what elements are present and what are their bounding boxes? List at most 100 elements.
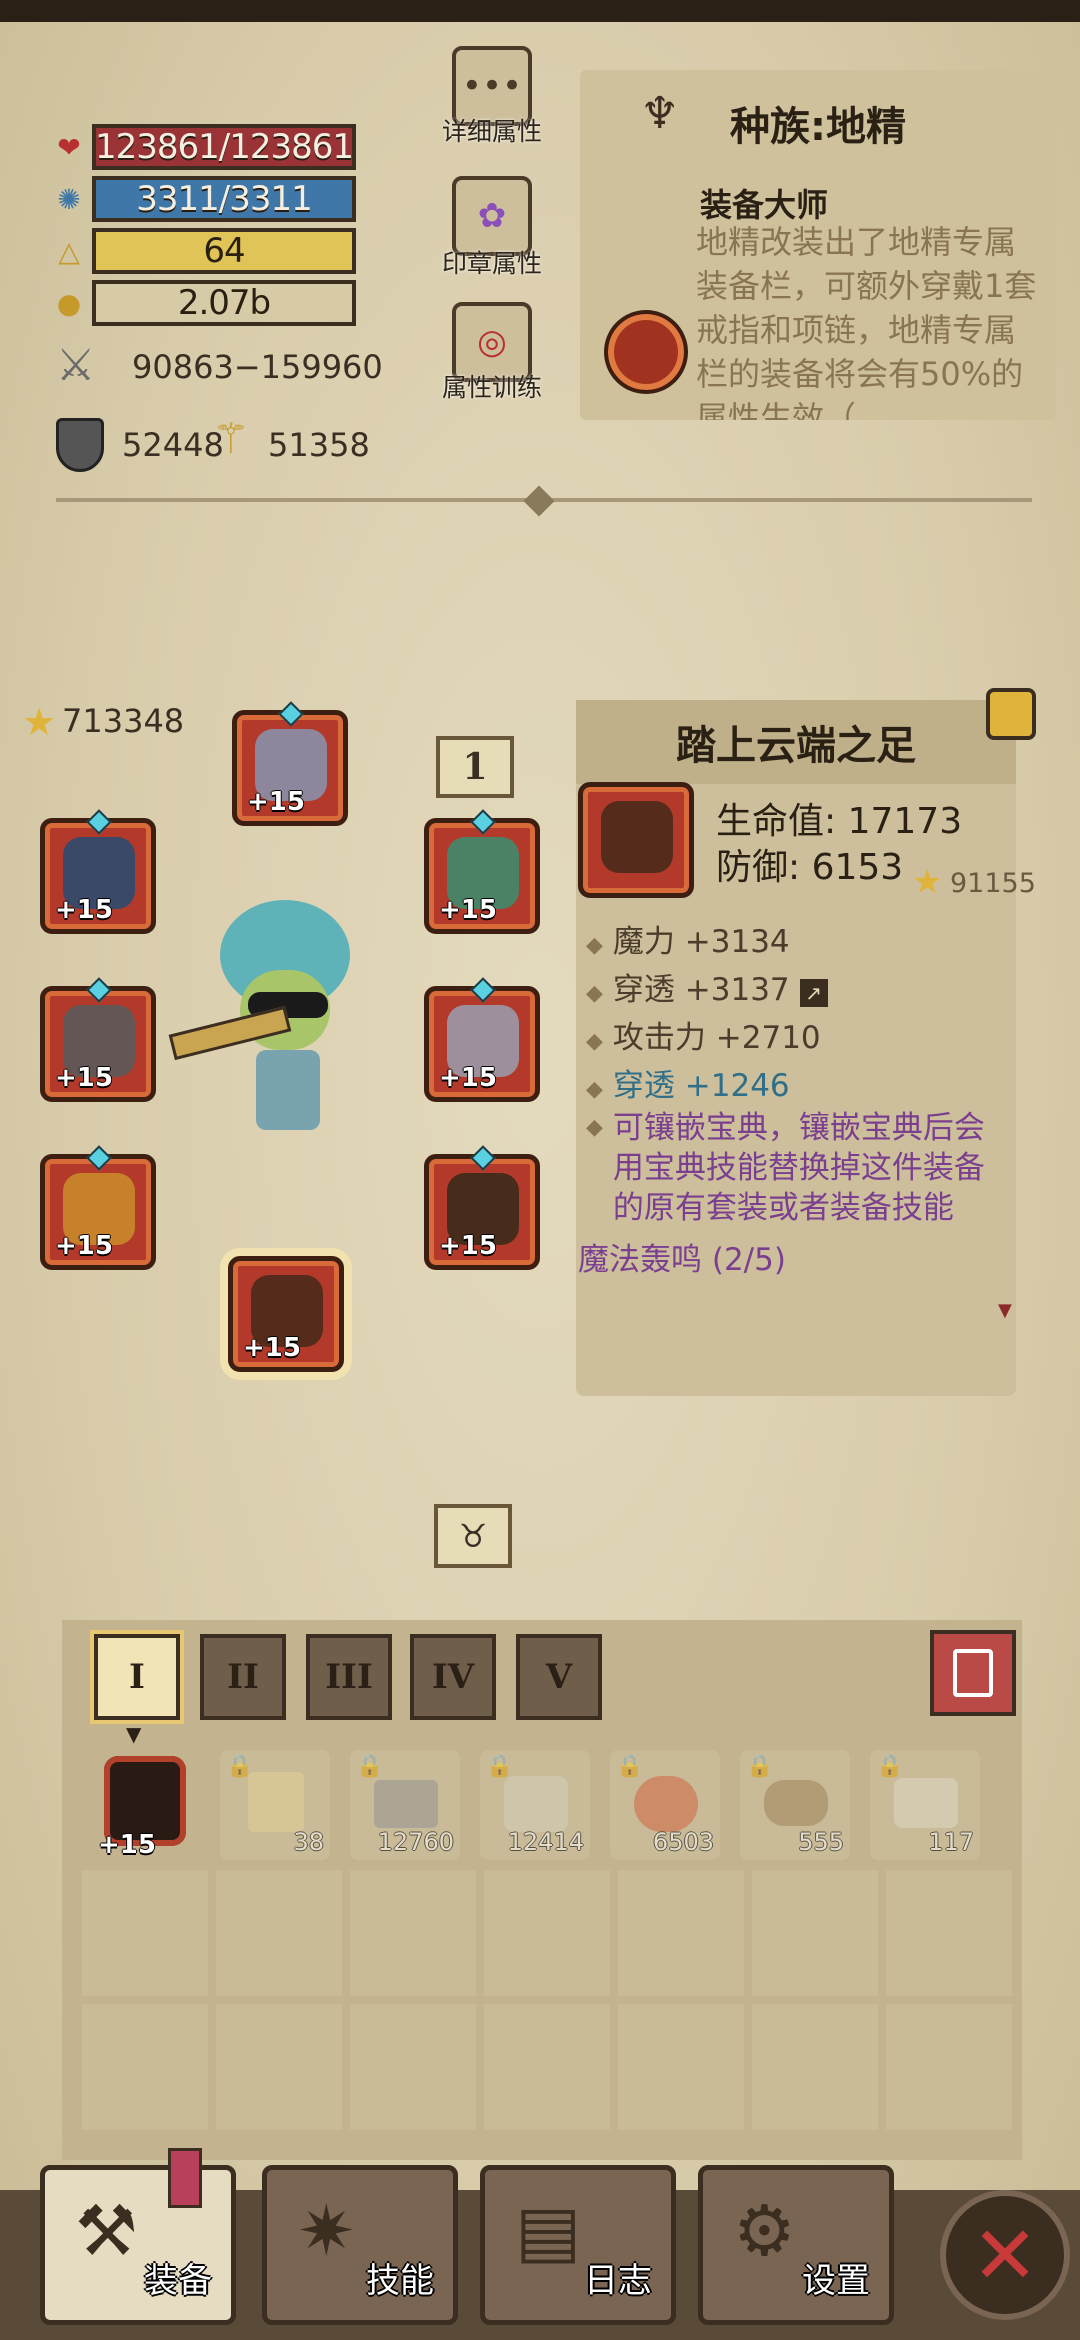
inv-cell: [484, 1870, 610, 1996]
swords-icon: ⚔: [56, 340, 96, 391]
item-score: 91155: [950, 868, 1036, 899]
tier-badge[interactable]: 1: [436, 736, 514, 798]
gold-icon: ●: [56, 286, 82, 320]
lock-icon[interactable]: [986, 688, 1036, 740]
scroll-down-icon[interactable]: ▼: [998, 1300, 1012, 1321]
heart-icon: ❤: [57, 130, 81, 164]
inv-item-wood[interactable]: 🔒 555: [740, 1750, 850, 1860]
inv-cell: [216, 1870, 342, 1996]
score-star-icon: ★: [912, 862, 943, 902]
gold-bar: 2.07b: [92, 280, 356, 326]
slot-necklace[interactable]: +15: [424, 809, 540, 934]
cloth-icon: [894, 1778, 958, 1828]
horned-helmet-button[interactable]: ♉: [434, 1504, 512, 1568]
map-icon: [248, 1772, 304, 1832]
nav-log-label: 日志: [584, 2261, 652, 2301]
slot-ring[interactable]: +15: [40, 1145, 156, 1270]
slot-helmet[interactable]: +15: [232, 701, 348, 826]
attr-magic: ◆ 魔力 +3134: [586, 924, 790, 960]
tab-1[interactable]: I: [94, 1634, 180, 1720]
tab-indicator-icon: ▼: [126, 1722, 142, 1746]
tab-4[interactable]: IV: [410, 1634, 496, 1720]
mana-icon: ✺: [57, 182, 81, 216]
inv-count: 12414: [507, 1828, 584, 1856]
inv-item-armor[interactable]: +15: [90, 1750, 200, 1860]
inv-cell: [618, 2004, 744, 2130]
mp-bar: 3311/3311: [92, 176, 356, 222]
upgrade-arrow-icon: ↗: [799, 979, 828, 1007]
slot-plus: +15: [55, 895, 113, 925]
wood-icon: [764, 1780, 828, 1826]
tab-5[interactable]: V: [516, 1634, 602, 1720]
inv-count: 38: [293, 1828, 324, 1856]
nav-log[interactable]: ▤ 日志: [480, 2165, 676, 2325]
book-icon: ▤: [515, 2190, 582, 2272]
slot-boots[interactable]: +15: [228, 1256, 344, 1372]
inv-count: 12760: [377, 1828, 454, 1856]
slot-plus: +15: [243, 1333, 301, 1363]
gear-icon: ⚙: [733, 2190, 796, 2272]
trash-icon: [953, 1649, 993, 1697]
magic-staff-icon: ⚚: [212, 414, 250, 463]
flower-icon: ✿: [477, 196, 507, 236]
inv-cell: [752, 1870, 878, 1996]
equipment-master-icon: [604, 310, 688, 394]
tier-label: 1: [462, 746, 488, 788]
inv-cell: [886, 2004, 1012, 2130]
inv-plus: +15: [98, 1830, 156, 1860]
slot-plus: +15: [439, 1231, 497, 1261]
hp-bar: 123861/123861: [92, 124, 356, 170]
level-bar: 64: [92, 228, 356, 274]
item-desc: ◆ 可镶嵌宝典，镶嵌宝典后会用宝典技能替换掉这件装备的原有套装或者装备技能: [586, 1110, 985, 1226]
attack-value: 90863−159960: [132, 348, 383, 386]
slot-plus: +15: [247, 787, 305, 817]
inv-item-meat[interactable]: 🔒 6503: [610, 1750, 720, 1860]
trash-button[interactable]: [930, 1630, 1016, 1716]
nav-skill[interactable]: ✷ 技能: [262, 2165, 458, 2325]
slot-gloves[interactable]: +15: [40, 809, 156, 934]
item-hp: 生命值: 17173: [716, 801, 963, 842]
level-row: △ 64: [52, 228, 356, 274]
inv-cell: [216, 2004, 342, 2130]
nav-settings[interactable]: ⚙ 设置: [698, 2165, 894, 2325]
star-icon: ★: [22, 700, 57, 744]
mp-row: ✺ 3311/3311: [52, 176, 356, 222]
bookmark-icon: [168, 2148, 202, 2208]
race-skill-desc: 地精改装出了地精专属装备栏，可额外穿戴1套戒指和项链，地精专属栏的装备将会有50…: [696, 223, 1037, 420]
close-button[interactable]: ✕: [940, 2190, 1070, 2320]
inv-cell: [752, 2004, 878, 2130]
attr-attack: ◆ 攻击力 +2710: [586, 1020, 821, 1056]
axe-icon: ⚒: [75, 2190, 138, 2272]
magic-value: 51358: [268, 426, 370, 464]
inv-item-map[interactable]: 🔒 38: [220, 1750, 330, 1860]
boots-icon: [601, 801, 673, 873]
inv-cell: [350, 1870, 476, 1996]
inv-cell: [886, 1870, 1012, 1996]
bone-icon: [504, 1776, 568, 1832]
item-preview: [578, 782, 694, 898]
inv-cell: [350, 2004, 476, 2130]
inv-item-bone[interactable]: 🔒 12414: [480, 1750, 590, 1860]
tab-3[interactable]: III: [306, 1634, 392, 1720]
tab-2[interactable]: II: [200, 1634, 286, 1720]
inv-item-cloth[interactable]: 🔒 117: [870, 1750, 980, 1860]
attr-penetration-bonus: ◆ 穿透 +1246: [586, 1068, 790, 1104]
equipment-power: 713348: [62, 702, 185, 740]
slot-plus: +15: [55, 1231, 113, 1261]
lock-icon: 🔒: [486, 1754, 514, 1779]
target-icon: ◎: [477, 322, 507, 362]
attribute-training-label: 属性训练: [441, 373, 542, 402]
defense-value: 52448: [122, 426, 224, 464]
slot-weapon[interactable]: +15: [40, 977, 156, 1102]
lock-icon: 🔒: [616, 1754, 644, 1779]
gold-row: ● 2.07b: [52, 280, 356, 326]
nav-equip[interactable]: ⚒ 装备: [40, 2165, 236, 2325]
slot-armor[interactable]: +15: [424, 1145, 540, 1270]
inv-count: 6503: [652, 1828, 714, 1856]
seal-attributes-label: 印章属性: [441, 249, 542, 278]
lock-icon: 🔒: [356, 1754, 384, 1779]
slot-cloak[interactable]: +15: [424, 977, 540, 1102]
close-icon: ✕: [971, 2208, 1039, 2302]
shield-icon: [56, 418, 104, 472]
inv-item-iron[interactable]: 🔒 12760: [350, 1750, 460, 1860]
